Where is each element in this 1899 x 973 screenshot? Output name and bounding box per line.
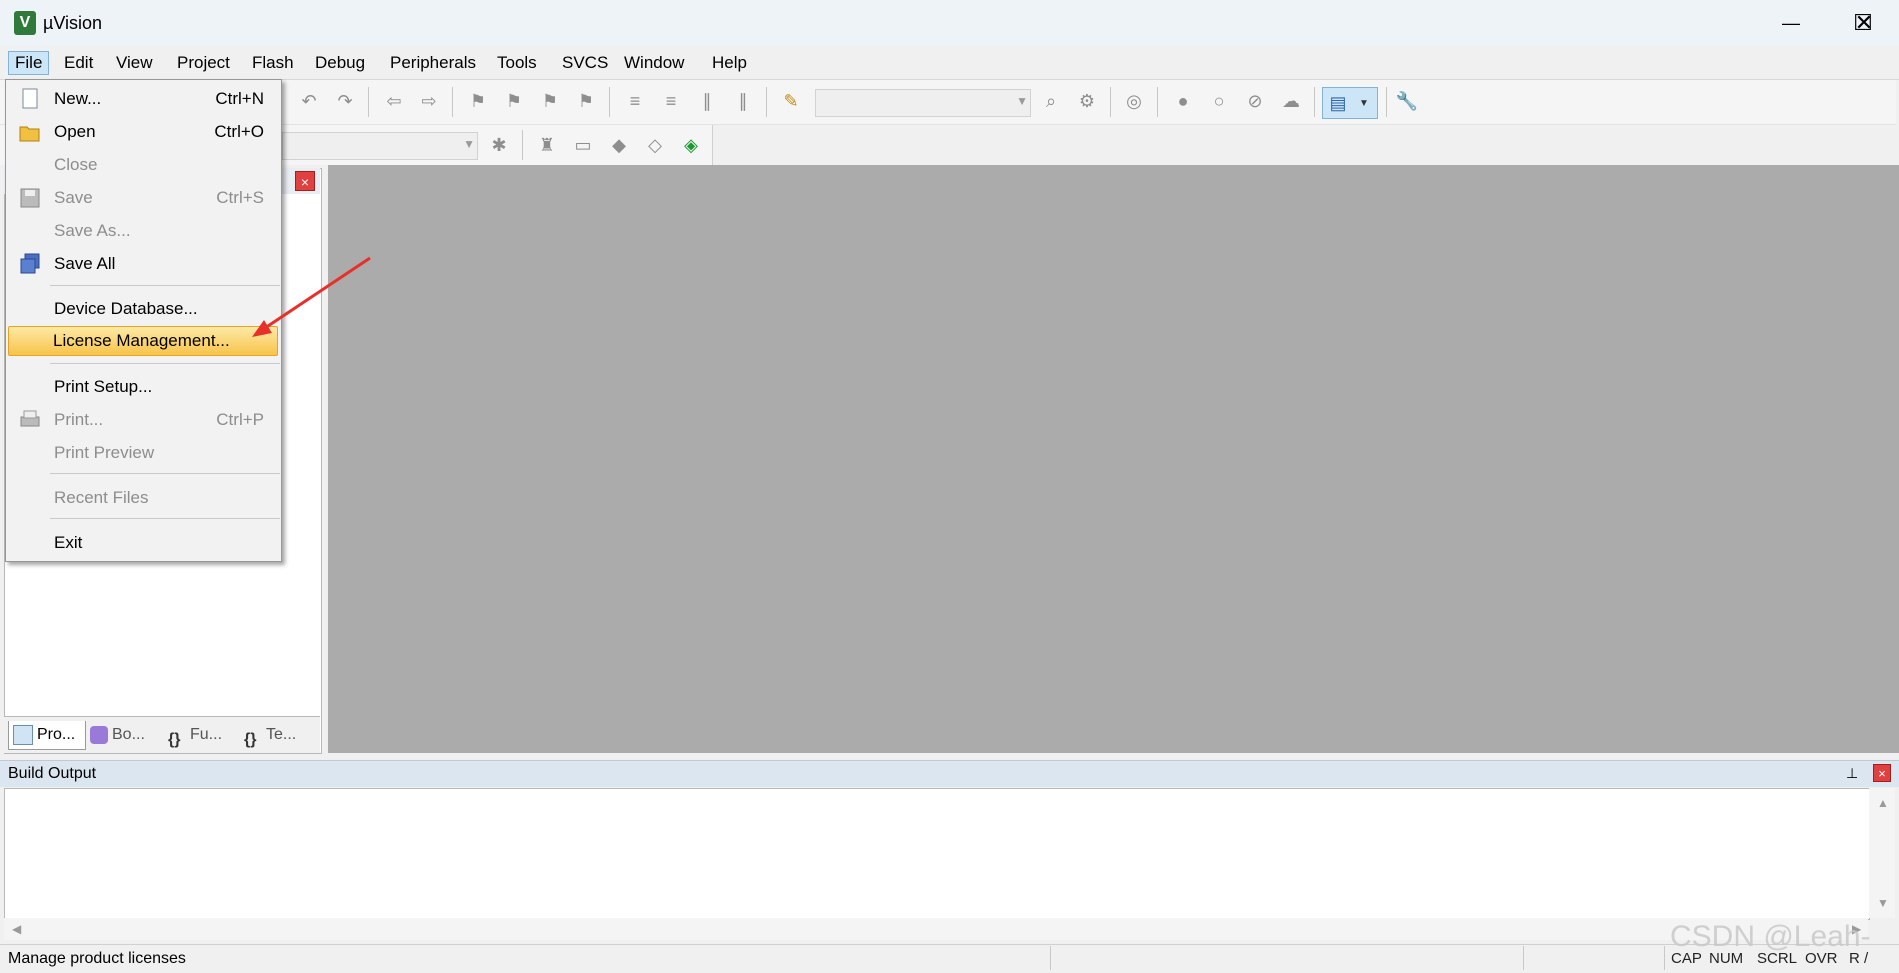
annotation-arrow (252, 256, 371, 337)
